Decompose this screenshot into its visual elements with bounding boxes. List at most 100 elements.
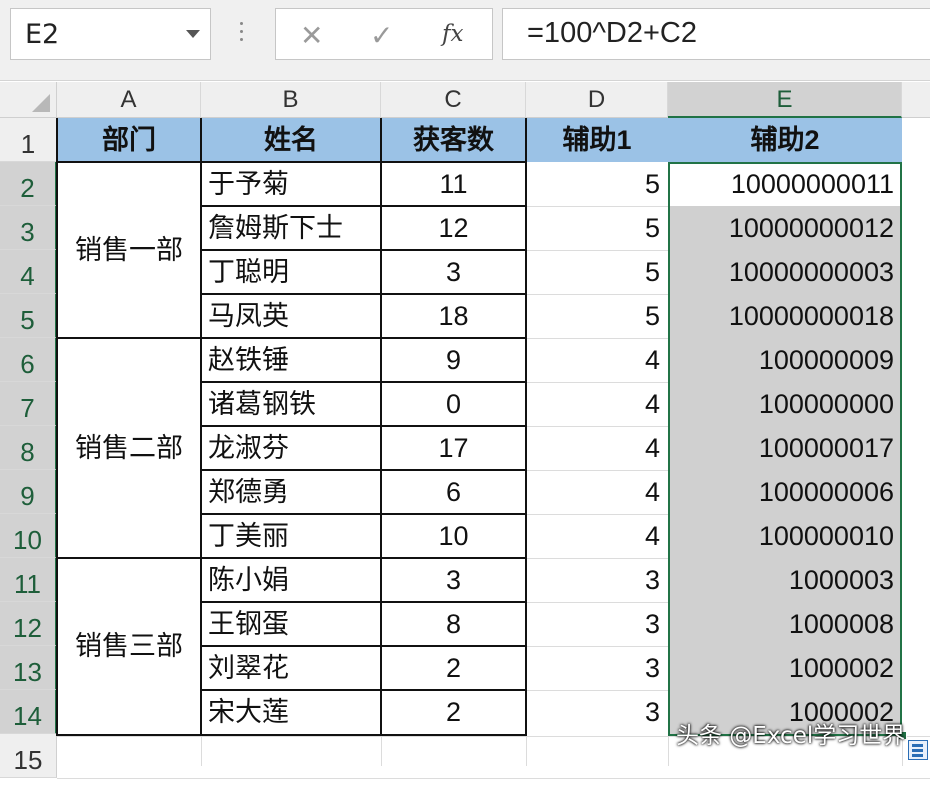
count-cell[interactable]: 2 bbox=[381, 690, 526, 734]
name-cell[interactable]: 诸葛钢铁 bbox=[201, 382, 381, 426]
name-cell[interactable]: 王钢蛋 bbox=[201, 602, 381, 646]
header-cell-count[interactable]: 获客数 bbox=[381, 118, 526, 162]
table-border bbox=[201, 205, 527, 207]
table-border bbox=[201, 645, 527, 647]
formula-input[interactable]: =100^D2+C2 bbox=[502, 8, 930, 60]
table-border bbox=[201, 293, 527, 295]
name-cell[interactable]: 陈小娟 bbox=[201, 558, 381, 602]
dept-cell-2[interactable]: 销售二部 bbox=[57, 338, 201, 558]
dept-cell-3[interactable]: 销售三部 bbox=[57, 558, 201, 734]
header-cell-helper2[interactable]: 辅助2 bbox=[668, 118, 902, 162]
table-border bbox=[525, 118, 527, 736]
row-header-15[interactable]: 15 bbox=[0, 734, 57, 778]
column-header-b[interactable]: B bbox=[201, 82, 381, 118]
helper1-cell[interactable]: 3 bbox=[526, 558, 668, 602]
name-cell[interactable]: 丁美丽 bbox=[201, 514, 381, 558]
selection-range[interactable] bbox=[668, 162, 902, 736]
table-border bbox=[201, 601, 527, 603]
table-border bbox=[200, 118, 202, 736]
row-header-8[interactable]: 8 bbox=[0, 426, 57, 470]
name-cell[interactable]: 刘翠花 bbox=[201, 646, 381, 690]
quick-analysis-icon[interactable] bbox=[908, 740, 928, 760]
count-cell[interactable]: 3 bbox=[381, 558, 526, 602]
count-cell[interactable]: 3 bbox=[381, 250, 526, 294]
count-cell[interactable]: 9 bbox=[381, 338, 526, 382]
row-header-3[interactable]: 3 bbox=[0, 206, 57, 250]
helper1-cell[interactable]: 4 bbox=[526, 426, 668, 470]
helper1-cell[interactable]: 4 bbox=[526, 382, 668, 426]
helper1-cell[interactable]: 5 bbox=[526, 206, 668, 250]
name-cell[interactable]: 丁聪明 bbox=[201, 250, 381, 294]
name-cell[interactable]: 赵铁锤 bbox=[201, 338, 381, 382]
helper1-cell[interactable]: 4 bbox=[526, 514, 668, 558]
helper1-cell[interactable]: 3 bbox=[526, 690, 668, 734]
name-cell[interactable]: 詹姆斯下士 bbox=[201, 206, 381, 250]
name-box[interactable]: E2 bbox=[10, 8, 211, 60]
more-options-icon[interactable] bbox=[240, 22, 244, 44]
name-box-dropdown-icon[interactable] bbox=[186, 30, 200, 38]
row-header-10[interactable]: 10 bbox=[0, 514, 57, 558]
select-all-corner[interactable] bbox=[0, 82, 57, 118]
name-cell[interactable]: 于予菊 bbox=[201, 162, 381, 206]
gridline bbox=[668, 736, 669, 766]
row-header-12[interactable]: 12 bbox=[0, 602, 57, 646]
count-cell[interactable]: 10 bbox=[381, 514, 526, 558]
confirm-icon[interactable]: ✓ bbox=[370, 19, 393, 52]
table-border bbox=[380, 118, 382, 736]
column-header-e[interactable]: E bbox=[668, 82, 902, 118]
table-border bbox=[56, 118, 58, 736]
row-header-14[interactable]: 14 bbox=[0, 690, 57, 734]
insert-function-icon[interactable]: fx bbox=[442, 21, 463, 47]
row-header-4[interactable]: 4 bbox=[0, 250, 57, 294]
gridline bbox=[381, 736, 382, 766]
row-header-11[interactable]: 11 bbox=[0, 558, 57, 602]
gridline bbox=[57, 778, 930, 779]
helper1-cell[interactable]: 4 bbox=[526, 338, 668, 382]
name-cell[interactable]: 龙淑芬 bbox=[201, 426, 381, 470]
column-header-f[interactable] bbox=[902, 82, 930, 118]
helper1-cell[interactable]: 3 bbox=[526, 602, 668, 646]
row-header-13[interactable]: 13 bbox=[0, 646, 57, 690]
column-header-d[interactable]: D bbox=[526, 82, 668, 118]
formula-text: =100^D2+C2 bbox=[527, 17, 698, 49]
gridline bbox=[201, 736, 202, 766]
name-box-value: E2 bbox=[25, 19, 60, 50]
dept-cell-1[interactable]: 销售一部 bbox=[57, 162, 201, 338]
row-header-2[interactable]: 2 bbox=[0, 162, 57, 206]
count-cell[interactable]: 11 bbox=[381, 162, 526, 206]
gridline bbox=[526, 736, 527, 766]
header-cell-dept[interactable]: 部门 bbox=[57, 118, 201, 162]
helper1-cell[interactable]: 5 bbox=[526, 162, 668, 206]
table-border bbox=[201, 513, 527, 515]
row-header-9[interactable]: 9 bbox=[0, 470, 57, 514]
name-cell[interactable]: 郑德勇 bbox=[201, 470, 381, 514]
helper1-cell[interactable]: 4 bbox=[526, 470, 668, 514]
helper1-cell[interactable]: 3 bbox=[526, 646, 668, 690]
row-header-7[interactable]: 7 bbox=[0, 382, 57, 426]
row-header-1[interactable]: 1 bbox=[0, 118, 57, 162]
table-border bbox=[201, 469, 527, 471]
row-header-6[interactable]: 6 bbox=[0, 338, 57, 382]
table-border bbox=[201, 381, 527, 383]
count-cell[interactable]: 6 bbox=[381, 470, 526, 514]
count-cell[interactable]: 0 bbox=[381, 382, 526, 426]
table-border bbox=[57, 161, 527, 163]
name-cell[interactable]: 宋大莲 bbox=[201, 690, 381, 734]
helper1-cell[interactable]: 5 bbox=[526, 294, 668, 338]
count-cell[interactable]: 2 bbox=[381, 646, 526, 690]
header-cell-helper1[interactable]: 辅助1 bbox=[526, 118, 668, 162]
table-border bbox=[57, 557, 527, 559]
count-cell[interactable]: 8 bbox=[381, 602, 526, 646]
name-cell[interactable]: 马凤英 bbox=[201, 294, 381, 338]
header-cell-name[interactable]: 姓名 bbox=[201, 118, 381, 162]
count-cell[interactable]: 17 bbox=[381, 426, 526, 470]
row-header-5[interactable]: 5 bbox=[0, 294, 57, 338]
helper1-cell[interactable]: 5 bbox=[526, 250, 668, 294]
count-cell[interactable]: 12 bbox=[381, 206, 526, 250]
cancel-icon[interactable]: ✕ bbox=[300, 19, 323, 52]
count-cell[interactable]: 18 bbox=[381, 294, 526, 338]
formula-bar: E2 ✕ ✓ fx =100^D2+C2 bbox=[0, 0, 930, 81]
formula-buttons: ✕ ✓ fx bbox=[275, 8, 493, 60]
column-header-c[interactable]: C bbox=[381, 82, 526, 118]
column-header-a[interactable]: A bbox=[57, 82, 201, 118]
